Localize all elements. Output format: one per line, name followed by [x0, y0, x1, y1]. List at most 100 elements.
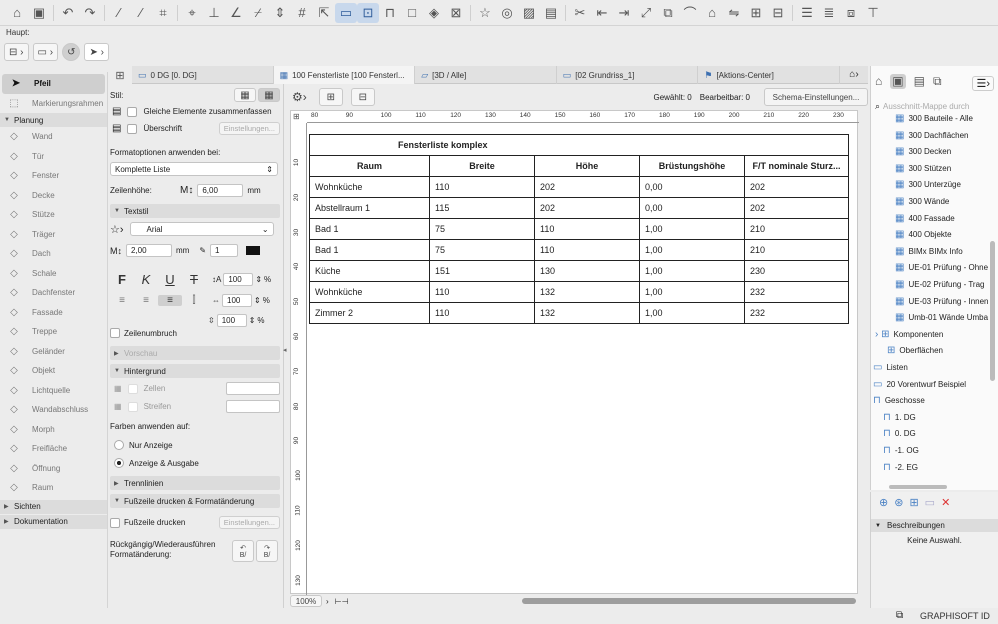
italic-icon[interactable]: K	[134, 272, 158, 287]
tool-lichtquelle[interactable]: ◇ Lichtquelle	[0, 381, 107, 401]
navigator-item[interactable]: ▦ 400 Fassade	[895, 213, 995, 224]
table-cell[interactable]: 0,00	[639, 197, 745, 219]
fusszeile-einstellungen-button[interactable]: Einstellungen...	[218, 516, 280, 529]
align-icon[interactable]: ⊞	[745, 3, 767, 23]
settings-gear-icon[interactable]: ⚙›	[288, 88, 311, 106]
tool-morph[interactable]: ◇ Morph	[0, 420, 107, 440]
table-cell[interactable]: 210	[744, 239, 849, 261]
tab-overflow-icon[interactable]: ⌂›	[840, 66, 868, 83]
image-icon[interactable]: ▨	[518, 3, 540, 23]
vertical-scrollbar[interactable]	[990, 241, 995, 381]
table-cell[interactable]: 1,00	[639, 302, 745, 324]
column-header[interactable]: Höhe	[534, 155, 640, 177]
section-beschreibungen[interactable]: ▼ Beschreibungen	[871, 519, 998, 532]
navigator-search-input[interactable]: Ausschnitt-Mappe durch	[883, 102, 969, 111]
navigator-item[interactable]: ▦ Umb-01 Wände Umba	[895, 312, 995, 323]
lock-icon[interactable]: ⊓	[379, 3, 401, 23]
tool--ffnung[interactable]: ◇ Öffnung	[0, 459, 107, 479]
navigator-item[interactable]: ⊓ 1. DG	[883, 412, 995, 423]
spacing-input[interactable]: 100	[222, 294, 252, 307]
navigator-item[interactable]: ▭ Listen	[873, 362, 995, 373]
view-map-icon[interactable]: ▣	[890, 74, 906, 89]
inject-icon[interactable]: ∕	[130, 3, 152, 23]
zellen-color-field[interactable]	[226, 382, 280, 395]
schedule-canvas[interactable]: 80 90 100 110 120 130 140 150 160 170 180 190 200 210…	[290, 110, 859, 595]
arrow-option-icon[interactable]: ➤ ›	[84, 43, 109, 61]
format-undo-button[interactable]: ↶ B/	[232, 540, 254, 562]
tool-wand[interactable]: ◇ Wand	[0, 127, 107, 147]
fusszeile-checkbox[interactable]	[110, 517, 120, 528]
layers-icon[interactable]: ☰	[796, 3, 818, 23]
font-size-input[interactable]: 2,00	[126, 244, 172, 257]
streifen-checkbox[interactable]	[127, 401, 138, 412]
tool-objekt[interactable]: ◇ Objekt	[0, 361, 107, 381]
tool-freifl-che[interactable]: ◇ Freifläche	[0, 439, 107, 459]
font-select[interactable]: Arial ⌄	[129, 222, 274, 236]
clone-folder-icon[interactable]: ⊛	[894, 496, 903, 509]
table-row[interactable]: Bad 1 75 110 1,00 210	[309, 239, 849, 261]
format-redo-button[interactable]: ↷ B/	[256, 540, 278, 562]
fillet-icon[interactable]: ⌒	[679, 3, 701, 23]
navigator-item[interactable]: ⊓ Geschosse	[873, 395, 995, 406]
tab-1[interactable]: ▦ 100 Fensterliste [100 Fensterl...	[273, 66, 416, 84]
table-cell[interactable]: 232	[744, 281, 849, 303]
table-cell[interactable]: 110	[429, 281, 535, 303]
align-left-icon[interactable]: ≡	[110, 295, 134, 306]
redo-icon[interactable]: ↷	[79, 3, 101, 23]
ueberschrift-checkbox[interactable]	[127, 123, 138, 134]
table-cell[interactable]: 1,00	[639, 260, 745, 282]
table-cell[interactable]: Wohnküche	[309, 281, 430, 303]
stepper-icon[interactable]: ⇕	[255, 275, 262, 284]
zellen-checkbox[interactable]	[127, 383, 138, 394]
column-header[interactable]: Raum	[309, 155, 430, 177]
new-folder-icon[interactable]: ⊞	[909, 496, 918, 509]
format-scope-select[interactable]: Komplette Liste ⇕	[110, 162, 278, 176]
table-cell[interactable]: 75	[429, 218, 535, 240]
add-field-icon[interactable]: ⊞	[318, 88, 343, 106]
navigator-item[interactable]: ▭ 20 Vorentwurf Beispiel	[873, 379, 995, 390]
tool-gel-nder[interactable]: ◇ Geländer	[0, 342, 107, 362]
save-icon[interactable]: ▣	[28, 3, 50, 23]
section-trennlinien[interactable]: ▶ Trennlinien	[110, 476, 280, 490]
nur-anzeige-radio[interactable]	[114, 440, 124, 450]
stepper-icon[interactable]: ⇕	[254, 296, 261, 305]
table-style-1-icon[interactable]: ▦	[234, 88, 256, 102]
nudge-icon[interactable]: ⇕	[269, 3, 291, 23]
table-cell[interactable]: 202	[534, 197, 640, 219]
navigator-item[interactable]: ⊓ -2. EG	[883, 462, 995, 473]
section-vorschau[interactable]: ▶ Vorschau	[110, 346, 280, 360]
merge-cells-icon[interactable]: ⊟	[350, 88, 375, 106]
distribute-icon[interactable]: ⊟	[767, 3, 789, 23]
column-header[interactable]: Breite	[429, 155, 535, 177]
navigator-item[interactable]: › ⊞ Komponenten	[875, 329, 995, 340]
table-cell[interactable]: Wohnküche	[309, 176, 430, 198]
tab-4[interactable]: ⚑ [Aktions-Center]	[698, 66, 840, 84]
column-header[interactable]: F/T nominale Sturz...	[744, 155, 849, 177]
line-spacing-input[interactable]: 100	[216, 314, 247, 327]
project-map-icon[interactable]: ⌂	[875, 74, 882, 89]
navigator-menu-icon[interactable]: ☰›	[972, 76, 994, 91]
navigator-item[interactable]: ▦ 300 Wände	[895, 196, 995, 207]
navigator-item[interactable]: ▦ UE-02 Prüfung - Trag	[895, 279, 995, 290]
fit-width-icon[interactable]: ⊢⊣	[335, 597, 349, 606]
section-textstil[interactable]: ▼ Textstil	[110, 204, 280, 218]
tree-horizontal-scrollbar[interactable]	[889, 485, 947, 489]
table-cell[interactable]: 232	[744, 302, 849, 324]
stack-icon[interactable]: ≣	[818, 3, 840, 23]
tool-schale[interactable]: ◇ Schale	[0, 264, 107, 284]
grid-icon[interactable]: #	[291, 3, 313, 23]
tool-markierungsrahmen[interactable]: ⬚ Markierungsrahmen	[0, 94, 107, 114]
table-cell[interactable]: 110	[534, 239, 640, 261]
cube-icon[interactable]: ◈	[423, 3, 445, 23]
schedule-table[interactable]: Fensterliste komplex Raum Breite Höhe Brüst…	[309, 134, 849, 324]
scissors-icon[interactable]: ✂	[569, 3, 591, 23]
navigator-item[interactable]: ▦ 300 Decken	[895, 146, 995, 157]
table-cell[interactable]: 110	[534, 218, 640, 240]
table-style-2-icon[interactable]: ▦	[258, 88, 280, 102]
navigator-item[interactable]: ▦ 300 Unterzüge	[895, 179, 995, 190]
tab-2[interactable]: ▱ [3D / Alle]	[415, 66, 557, 84]
underline-icon[interactable]: U	[158, 272, 182, 287]
split-icon[interactable]: ⇥	[613, 3, 635, 23]
settings-icon[interactable]: ▭	[925, 496, 935, 509]
einstellungen-button[interactable]: Einstellungen...	[218, 122, 280, 135]
